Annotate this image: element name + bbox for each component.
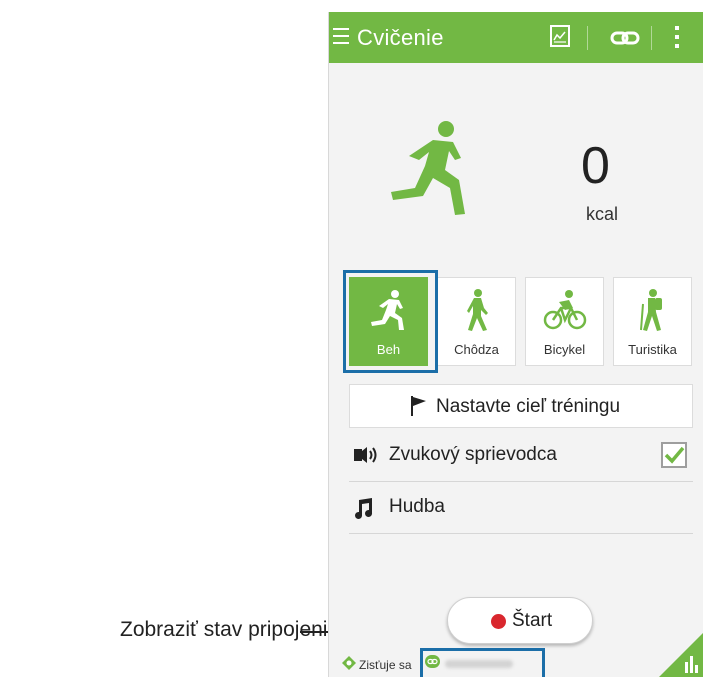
calorie-value: 0 <box>581 137 610 195</box>
divider <box>587 26 588 50</box>
checkmark-icon <box>664 446 685 464</box>
gps-icon <box>342 656 356 670</box>
music-note-icon <box>355 498 373 519</box>
start-label: Štart <box>512 610 553 631</box>
callout-label: Zobraziť stav pripojenia. <box>120 618 345 641</box>
phone-screen: Cvičenie 0 kcal Beh Chôdza Bicykel Turis… <box>328 12 703 677</box>
activity-tile-chodza[interactable]: Chôdza <box>437 277 516 366</box>
goal-label: Nastavte cieľ tréningu <box>436 396 621 417</box>
running-icon <box>389 118 475 220</box>
music-row[interactable]: Hudba <box>349 482 693 534</box>
menu-icon[interactable] <box>333 28 349 46</box>
audio-guide-checkbox[interactable] <box>661 442 687 468</box>
hiking-icon <box>614 288 691 332</box>
flag-icon <box>411 396 426 416</box>
action-bar: Cvičenie <box>329 12 703 63</box>
activity-label: Turistika <box>628 342 677 357</box>
audio-guide-label: Zvukový sprievodca <box>389 444 557 465</box>
start-button[interactable]: Štart <box>447 597 593 644</box>
gps-status-label: Zisťuje sa <box>359 658 412 672</box>
audio-guide-row[interactable]: Zvukový sprievodca <box>349 430 693 482</box>
highlight-frame <box>343 270 438 373</box>
activity-tile-bicykel[interactable]: Bicykel <box>525 277 604 366</box>
statistics-icon[interactable] <box>659 632 703 677</box>
calorie-unit: kcal <box>586 204 619 224</box>
music-label: Hudba <box>389 496 445 517</box>
app-title: Cvičenie <box>357 25 444 50</box>
activity-tile-turistika[interactable]: Turistika <box>613 277 692 366</box>
walking-icon <box>438 288 515 332</box>
cycling-icon <box>526 288 603 332</box>
divider <box>651 26 652 50</box>
activity-label: Chôdza <box>454 342 499 357</box>
audio-guide-icon <box>354 447 377 463</box>
overflow-menu-icon[interactable] <box>674 26 680 50</box>
highlight-frame <box>420 648 545 677</box>
activity-label: Bicykel <box>543 342 586 357</box>
link-icon[interactable] <box>610 28 640 48</box>
chart-icon[interactable] <box>550 25 570 47</box>
record-dot-icon <box>491 614 506 629</box>
set-goal-button[interactable]: Nastavte cieľ tréningu <box>349 384 693 428</box>
